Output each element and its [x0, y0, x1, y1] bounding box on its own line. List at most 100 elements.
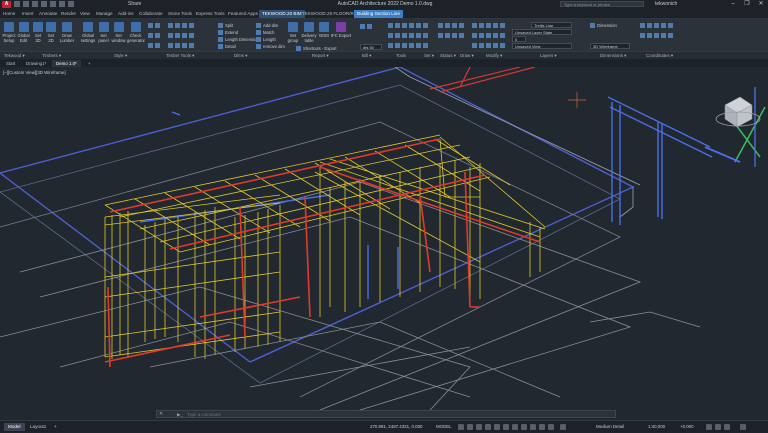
- draw-modify-row-2[interactable]: [472, 33, 507, 39]
- grid-icon[interactable]: [458, 424, 464, 430]
- drawing-viewport[interactable]: [–][Custom View][3D Wireframe]: [0, 67, 768, 410]
- bill-tools[interactable]: [360, 24, 374, 30]
- current-layer-dropdown[interactable]: 0: [512, 36, 526, 42]
- close-button[interactable]: ✕: [757, 1, 765, 7]
- open-file-icon[interactable]: [23, 1, 29, 7]
- maximize-button[interactable]: ❐: [743, 1, 751, 7]
- tab-annotate[interactable]: Annotate: [39, 10, 57, 18]
- save-icon[interactable]: [32, 1, 38, 7]
- detail-level-dropdown[interactable]: Medium Detail: [596, 424, 624, 429]
- command-input[interactable]: [187, 411, 567, 417]
- distance-dropdown[interactable]: dfs 50: [360, 44, 382, 50]
- delivery-table-button[interactable]: Delivery table: [301, 22, 317, 43]
- visual-style-dropdown[interactable]: 3D Wireframe: [590, 43, 630, 49]
- drawing1-tab[interactable]: Drawing1*: [22, 60, 50, 67]
- match-button[interactable]: Match: [256, 30, 274, 36]
- tools-row-3[interactable]: [388, 43, 430, 49]
- layout1-tab[interactable]: Layout1: [26, 423, 50, 431]
- style-tool-1[interactable]: [148, 23, 162, 29]
- panel-tools[interactable]: Tools: [396, 53, 406, 58]
- add-layout-button[interactable]: +: [50, 423, 61, 431]
- named-view-dropdown[interactable]: Unsaved View: [512, 43, 572, 49]
- clean-screen-icon[interactable]: [715, 424, 721, 430]
- set-panel-button[interactable]: Set panel: [97, 22, 110, 43]
- redo-icon[interactable]: [68, 1, 74, 7]
- view-cube[interactable]: [715, 96, 761, 128]
- otrack-icon[interactable]: [503, 424, 509, 430]
- style-tool-2[interactable]: [148, 33, 162, 39]
- elevation-readout[interactable]: +0.000: [680, 424, 694, 429]
- project-setup-button[interactable]: Project Setup: [2, 22, 16, 43]
- coordinates-row-2[interactable]: [640, 33, 675, 39]
- set-status-row-1[interactable]: [438, 23, 466, 29]
- style-tool-3[interactable]: [148, 43, 162, 49]
- draw-modify-row-1[interactable]: [472, 23, 507, 29]
- demo-tab[interactable]: Demo 1.0*: [52, 60, 81, 67]
- close-command-line-icon[interactable]: ✕: [159, 411, 163, 418]
- tools-row-1[interactable]: [388, 23, 430, 29]
- dimension-button[interactable]: Dimension: [590, 23, 617, 29]
- tab-express-tools[interactable]: Express Tools: [196, 10, 225, 18]
- draw-lumber-button[interactable]: Draw Lumber: [58, 22, 76, 43]
- lineweight-icon[interactable]: [512, 424, 518, 430]
- set-3d-button[interactable]: Set 3D: [32, 22, 44, 43]
- set-window-button[interactable]: Set window: [111, 22, 126, 43]
- ortho-icon[interactable]: [476, 424, 482, 430]
- viewport-controls-label[interactable]: [–][Custom View][3D Wireframe]: [3, 70, 66, 75]
- split-button[interactable]: Split: [218, 23, 233, 29]
- timber-tools-row-1[interactable]: [168, 23, 196, 29]
- layer-color-dropdown[interactable]: Trellis Line: [531, 22, 572, 28]
- tools-row-2[interactable]: [388, 33, 430, 39]
- bom-button[interactable]: BOM: [318, 22, 330, 38]
- add-dim-button[interactable]: Add dim: [256, 23, 278, 29]
- timber-tools-row-2[interactable]: [168, 33, 196, 39]
- status-menu-icon[interactable]: [740, 424, 746, 430]
- tab-collaborate[interactable]: Collaborate: [139, 10, 163, 18]
- set-2d-button[interactable]: Set 2D: [45, 22, 57, 43]
- annotation-icon[interactable]: [539, 424, 545, 430]
- transparency-icon[interactable]: [521, 424, 527, 430]
- tab-insert[interactable]: Insert: [22, 10, 34, 18]
- new-tab-button[interactable]: +: [84, 60, 95, 67]
- share-button[interactable]: Share: [128, 1, 141, 7]
- ifc-export-button[interactable]: IFC Export: [331, 22, 351, 38]
- length-button[interactable]: Length: [256, 37, 276, 43]
- start-tab[interactable]: Start: [2, 60, 19, 67]
- tab-add-ins[interactable]: Add-ins: [118, 10, 134, 18]
- tab-featured-apps[interactable]: Featured Apps: [228, 10, 258, 18]
- timber-tools-row-3[interactable]: [168, 43, 196, 49]
- coordinates-row-1[interactable]: [640, 23, 675, 29]
- set-status-row-2[interactable]: [438, 33, 466, 39]
- scale-dropdown[interactable]: 1:40,000: [648, 424, 665, 429]
- snap-icon[interactable]: [467, 424, 473, 430]
- user-account[interactable]: tekwonich: [655, 1, 677, 7]
- detail-button[interactable]: Detail: [218, 44, 236, 50]
- global-edit-button[interactable]: Global Edit: [17, 22, 30, 43]
- workspace-icon[interactable]: [548, 424, 554, 430]
- length-dimension-button[interactable]: Length Dimension: [218, 37, 259, 43]
- osnap-icon[interactable]: [494, 424, 500, 430]
- autocad-logo-icon[interactable]: A: [2, 1, 11, 8]
- new-file-icon[interactable]: [14, 1, 20, 7]
- polar-icon[interactable]: [485, 424, 491, 430]
- model-tab[interactable]: Model: [4, 423, 25, 431]
- draw-modify-row-3[interactable]: [472, 43, 507, 49]
- isolate-icon[interactable]: [560, 424, 566, 430]
- undo-icon[interactable]: [59, 1, 65, 7]
- tab-tekwood-bim[interactable]: TEKWOOD.20 BIM: [259, 10, 305, 18]
- tab-manage[interactable]: Manage: [96, 10, 113, 18]
- tab-render[interactable]: Render: [61, 10, 76, 18]
- hardware-acceleration-icon[interactable]: [706, 424, 712, 430]
- extend-button[interactable]: Extend: [218, 30, 238, 36]
- check-generator-button[interactable]: Check generator: [127, 22, 145, 43]
- plot-icon[interactable]: [50, 1, 56, 7]
- global-settings-button[interactable]: Global settings: [80, 22, 96, 43]
- set-group-button[interactable]: Set group: [286, 22, 300, 43]
- minimize-button[interactable]: –: [729, 1, 737, 7]
- customization-icon[interactable]: [724, 424, 730, 430]
- selection-cycling-icon[interactable]: [530, 424, 536, 430]
- layer-state-dropdown[interactable]: Unsaved Layer State: [512, 29, 572, 35]
- save-as-icon[interactable]: [41, 1, 47, 7]
- tab-stone-tools[interactable]: Stone Tools: [168, 10, 192, 18]
- tab-home[interactable]: Home: [3, 10, 15, 18]
